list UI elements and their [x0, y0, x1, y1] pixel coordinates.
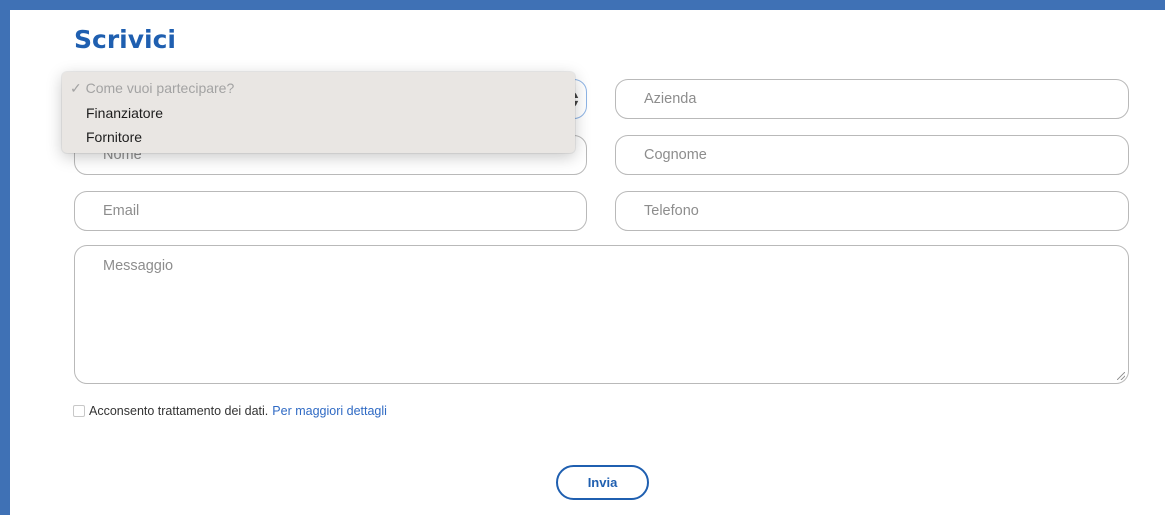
dropdown-placeholder-label: Come vuoi partecipare? [85, 80, 235, 96]
dropdown-option-placeholder[interactable]: ✓ Come vuoi partecipare? [70, 80, 234, 97]
form-title: Scrivici [74, 25, 176, 54]
messaggio-placeholder: Messaggio [103, 258, 174, 274]
email-field[interactable]: Email [74, 191, 587, 231]
participation-dropdown-menu: ✓ Come vuoi partecipare? Finanziatore Fo… [62, 72, 575, 153]
consent-details-link[interactable]: Per maggiori dettagli [272, 404, 387, 418]
telefono-field[interactable]: Telefono [615, 191, 1129, 231]
dropdown-option-fornitore[interactable]: Fornitore [86, 129, 142, 145]
azienda-placeholder: Azienda [644, 91, 697, 107]
consent-checkbox[interactable] [73, 405, 85, 417]
cognome-placeholder: Cognome [644, 147, 707, 163]
consent-row: Acconsento trattamento dei dati. Per mag… [73, 404, 387, 418]
contact-form-panel: Scrivici ▲ ▼ Nome Email Azienda Cognome T… [10, 10, 1165, 515]
resize-grip-icon[interactable] [1117, 372, 1125, 380]
azienda-field[interactable]: Azienda [615, 79, 1129, 119]
cognome-field[interactable]: Cognome [615, 135, 1129, 175]
telefono-placeholder: Telefono [644, 203, 699, 219]
dropdown-option-finanziatore[interactable]: Finanziatore [86, 105, 163, 121]
email-placeholder: Email [103, 203, 140, 219]
check-icon: ✓ [70, 80, 82, 96]
messaggio-textarea[interactable]: Messaggio [74, 245, 1129, 384]
consent-label: Acconsento trattamento dei dati. [89, 404, 269, 418]
submit-button[interactable]: Invia [556, 465, 649, 500]
